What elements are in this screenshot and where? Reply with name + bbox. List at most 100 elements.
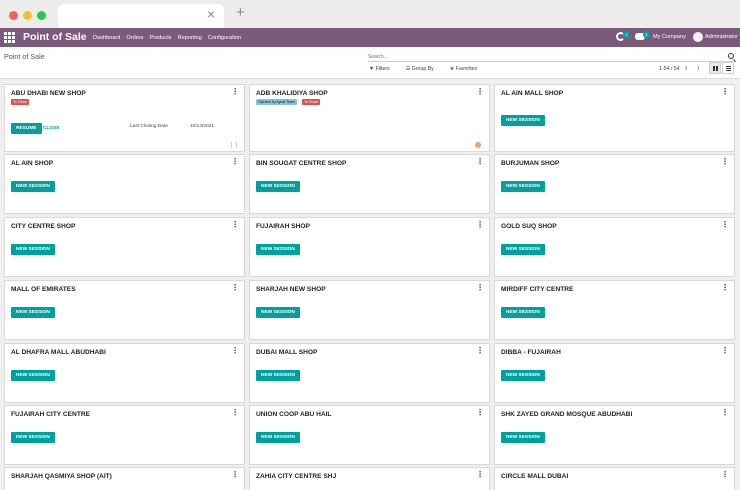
- new-session-button[interactable]: NEW SESSION: [11, 244, 55, 255]
- new-session-button[interactable]: NEW SESSION: [11, 370, 55, 381]
- new-session-button[interactable]: NEW SESSION: [501, 244, 545, 255]
- new-session-button[interactable]: NEW SESSION: [501, 370, 545, 381]
- card-menu-icon[interactable]: ⋮: [476, 221, 484, 229]
- shop-card[interactable]: CIRCLE MALL DUBAI ⋮: [494, 467, 735, 490]
- menu-dashboard[interactable]: Dashboard: [93, 35, 120, 41]
- shop-card[interactable]: AL AIN MALL SHOP ⋮ NEW SESSION: [494, 84, 735, 152]
- search-icon[interactable]: [728, 53, 734, 59]
- shop-card[interactable]: SHARJAH NEW SHOP ⋮ NEW SESSION: [249, 280, 490, 340]
- card-menu-icon[interactable]: ⋮: [721, 284, 729, 292]
- breadcrumb: Point of Sale: [4, 52, 45, 61]
- card-menu-icon[interactable]: ⋮: [721, 347, 729, 355]
- new-session-button[interactable]: NEW SESSION: [256, 432, 300, 443]
- card-menu-icon[interactable]: ⋮: [231, 471, 239, 479]
- card-menu-icon[interactable]: ⋮: [476, 284, 484, 292]
- list-view-icon[interactable]: [722, 62, 734, 74]
- menu-orders[interactable]: Orders: [126, 35, 143, 41]
- pager-next-icon[interactable]: ›: [697, 63, 700, 73]
- user-menu[interactable]: Administrator: [705, 28, 738, 47]
- shop-card[interactable]: BURJUMAN SHOP ⋮ NEW SESSION: [494, 154, 735, 214]
- shop-name: AL DHAFRA MALL ABUDHABI: [11, 349, 106, 356]
- favorites-button[interactable]: ★ Favorites: [450, 66, 485, 72]
- shop-card[interactable]: FUJAIRAH CITY CENTRE ⋮ NEW SESSION: [4, 405, 245, 465]
- shop-card[interactable]: SHARJAH QASMIYA SHOP (AIT) ⋮: [4, 467, 245, 490]
- shop-name: CITY CENTRE SHOP: [11, 223, 76, 230]
- user-avatar[interactable]: [693, 32, 703, 42]
- card-menu-icon[interactable]: ⋮: [721, 88, 729, 96]
- shop-card[interactable]: SHK ZAYED GRAND MOSQUE ABUDHABI ⋮ NEW SE…: [494, 405, 735, 465]
- kanban-view-icon[interactable]: [709, 62, 721, 74]
- apps-icon[interactable]: [4, 32, 15, 43]
- new-session-button[interactable]: NEW SESSION: [256, 244, 300, 255]
- company-switcher[interactable]: My Company: [653, 28, 686, 47]
- card-menu-icon[interactable]: ⋮: [231, 221, 239, 229]
- filters-button[interactable]: ▼ Filters: [369, 66, 398, 72]
- new-session-button[interactable]: NEW SESSION: [256, 181, 300, 192]
- card-menu-icon[interactable]: ⋮: [476, 471, 484, 479]
- shop-card[interactable]: FUJAIRAH SHOP ⋮ NEW SESSION: [249, 217, 490, 277]
- shop-card[interactable]: GOLD SUQ SHOP ⋮ NEW SESSION: [494, 217, 735, 277]
- card-menu-icon[interactable]: ⋮: [231, 409, 239, 417]
- group-by-label: Group By: [411, 66, 434, 72]
- card-menu-icon[interactable]: ⋮: [721, 409, 729, 417]
- new-session-button[interactable]: NEW SESSION: [256, 370, 300, 381]
- new-session-button[interactable]: NEW SESSION: [501, 432, 545, 443]
- new-session-button[interactable]: NEW SESSION: [501, 307, 545, 318]
- search-bar: [368, 52, 736, 62]
- window-minimize-dot[interactable]: [23, 11, 32, 20]
- card-menu-icon[interactable]: ⋮: [476, 409, 484, 417]
- card-menu-icon[interactable]: ⋮: [231, 158, 239, 166]
- card-menu-icon[interactable]: ⋮: [231, 347, 239, 355]
- shop-card[interactable]: AL AIN SHOP ⋮ NEW SESSION: [4, 154, 245, 214]
- new-session-button[interactable]: NEW SESSION: [11, 181, 55, 192]
- shop-card[interactable]: ZAHIA CITY CENTRE SHJ ⋮: [249, 467, 490, 490]
- shop-card[interactable]: MIRDIFF CITY CENTRE ⋮ NEW SESSION: [494, 280, 735, 340]
- new-session-button[interactable]: NEW SESSION: [11, 432, 55, 443]
- shop-name: BIN SOUGAT CENTRE SHOP: [256, 160, 347, 167]
- shop-card[interactable]: DUBAI MALL SHOP ⋮ NEW SESSION: [249, 343, 490, 403]
- browser-tab[interactable]: [58, 4, 224, 28]
- shop-name: AL AIN SHOP: [11, 160, 54, 167]
- shop-name: CIRCLE MALL DUBAI: [501, 473, 569, 480]
- menu-products[interactable]: Products: [149, 35, 171, 41]
- shop-name: ADB KHALIDIYA SHOP: [256, 90, 328, 97]
- card-menu-icon[interactable]: ⋮: [231, 284, 239, 292]
- menu-configuration[interactable]: Configuration: [208, 35, 241, 41]
- resume-button[interactable]: RESUME: [11, 123, 42, 134]
- new-session-button[interactable]: NEW SESSION: [501, 181, 545, 192]
- card-menu-icon[interactable]: ⋮: [231, 88, 239, 96]
- last-closing-date: 10/13/2021: [190, 124, 215, 129]
- group-by-button[interactable]: ☰ Group By: [406, 66, 442, 72]
- new-tab-icon[interactable]: +: [236, 5, 245, 21]
- card-menu-icon[interactable]: ⋮: [476, 88, 484, 96]
- card-menu-icon[interactable]: ⋮: [721, 221, 729, 229]
- new-session-button[interactable]: NEW SESSION: [501, 115, 545, 126]
- shop-card[interactable]: CITY CENTRE SHOP ⋮ NEW SESSION: [4, 217, 245, 277]
- shop-name: FUJAIRAH CITY CENTRE: [11, 411, 91, 418]
- window-close-dot[interactable]: [9, 11, 18, 20]
- card-menu-icon[interactable]: ⋮: [721, 158, 729, 166]
- close-link[interactable]: CLOSE: [43, 126, 60, 131]
- shop-card[interactable]: MALL OF EMIRATES ⋮ NEW SESSION: [4, 280, 245, 340]
- window-maximize-dot[interactable]: [37, 11, 46, 20]
- shop-card[interactable]: UNION COOP ABU HAIL ⋮ NEW SESSION: [249, 405, 490, 465]
- search-input[interactable]: [368, 52, 718, 61]
- shop-card[interactable]: ADB KHALIDIYA SHOP ⋮ Opened by Aynal Tea…: [249, 84, 490, 152]
- card-menu-icon[interactable]: ⋮: [721, 471, 729, 479]
- app-brand[interactable]: Point of Sale: [23, 29, 87, 46]
- shop-card[interactable]: AL DHAFRA MALL ABUDHABI ⋮ NEW SESSION: [4, 343, 245, 403]
- shop-name: SHK ZAYED GRAND MOSQUE ABUDHABI: [501, 411, 633, 418]
- shop-card[interactable]: BIN SOUGAT CENTRE SHOP ⋮ NEW SESSION: [249, 154, 490, 214]
- last-closing-label: Last Closing Date: [130, 124, 168, 129]
- card-menu-icon[interactable]: ⋮: [476, 347, 484, 355]
- shop-card[interactable]: DIBBA - FUJAIRAH ⋮ NEW SESSION: [494, 343, 735, 403]
- menu-reporting[interactable]: Reporting: [178, 35, 202, 41]
- pager-previous-icon[interactable]: ‹: [685, 63, 688, 73]
- shop-card[interactable]: ABU DHABI NEW SHOP ⋮ To Close RESUME CLO…: [4, 84, 245, 152]
- card-menu-icon[interactable]: ⋮: [476, 158, 484, 166]
- new-session-button[interactable]: NEW SESSION: [256, 307, 300, 318]
- shop-name: MALL OF EMIRATES: [11, 286, 76, 293]
- tab-close-icon[interactable]: ×: [207, 6, 215, 22]
- pager-value[interactable]: 1-54 / 54: [659, 66, 679, 72]
- new-session-button[interactable]: NEW SESSION: [11, 307, 55, 318]
